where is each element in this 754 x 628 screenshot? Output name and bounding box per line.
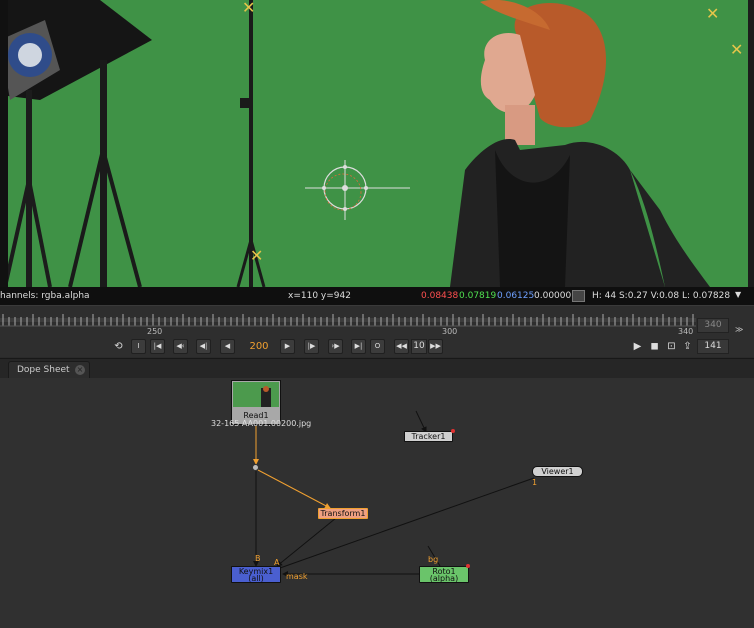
chevron-down-icon[interactable]: ≫ [735,325,743,334]
node-label: Transform1 [320,509,366,518]
global-frame-field[interactable]: 141 [697,339,729,354]
green-value: 0.07819 [459,291,497,301]
node-sublabel: (all) [248,574,264,583]
prev-increment-button[interactable]: ◀‹ [173,339,188,354]
node-edges [253,410,535,577]
tick-label: 340 [678,327,694,336]
prev-keyframe-button[interactable]: ◀| [196,339,211,354]
channels-readout: hannels: rgba.alpha [0,291,90,301]
last-frame-button[interactable]: ▶| [351,339,366,354]
playback-mode-icon[interactable]: ⟲ [113,341,124,352]
timeline[interactable]: 250 300 340 340 ≫ ⟲ I |◀ ◀‹ ◀| ◀ 200 ▶ |… [0,305,754,357]
rewind-button[interactable]: ◀◀ [394,339,409,354]
red-value: 0.08438 [421,291,459,301]
play-button[interactable]: ▶ [280,339,295,354]
color-swatch [572,290,585,302]
read-filename: 32-165 AA001.00200.jpg [211,419,312,428]
stop-icon[interactable]: ◼ [649,341,660,352]
input-label-bg: bg [428,555,439,564]
close-icon[interactable]: × [75,365,85,375]
node-flag-icon [451,429,455,433]
fast-forward-button[interactable]: ▶▶ [428,339,443,354]
viewer-scrollbar[interactable] [748,0,754,287]
viewer-input-label: 1 [532,478,538,487]
export-icon[interactable]: ⇪ [682,341,693,352]
next-keyframe-button[interactable]: |▶ [304,339,319,354]
tracking-marker: ✕ [242,0,256,17]
increment-field[interactable]: 10 [411,339,427,354]
mask-label: mask [286,572,308,581]
tick-label: 300 [442,327,458,336]
node-label: Viewer1 [541,467,574,476]
viewer-info-bar: hannels: rgba.alpha x=110 y=942 0.08438 … [0,287,754,305]
input-label-b: B [255,554,261,563]
dot-node[interactable] [252,464,259,471]
tracking-marker: ✕ [730,40,744,59]
next-increment-button[interactable]: ›▶ [328,339,343,354]
node-flag-icon [466,564,470,568]
blue-value: 0.06125 [497,291,535,301]
end-frame-field[interactable]: 340 [697,318,729,333]
tab-label: Dope Sheet [17,365,70,375]
node-graph[interactable]: Read1 32-165 AA001.00200.jpg Tracker1 Vi… [0,378,754,628]
lock-icon[interactable]: ⊡ [666,341,677,352]
viewer-canvas[interactable]: ✕ ✕ ✕ ✕ [0,0,748,287]
current-frame-field[interactable]: 200 [245,341,273,352]
play-icon[interactable]: ▶ [632,341,643,352]
actress-image [450,0,710,287]
tick-label: 250 [147,327,163,336]
node-keymix[interactable]: Keymix1 (all) [231,566,281,583]
prev-frame-button[interactable]: ◀ [220,339,235,354]
timeline-ruler[interactable] [0,312,696,334]
light-stand-image [236,0,266,287]
out-point-button[interactable]: O [370,339,385,354]
read-thumbnail [233,382,279,407]
transform-handle[interactable] [305,160,410,220]
alpha-value: 0.00000 [534,291,572,301]
first-frame-button[interactable]: |◀ [150,339,165,354]
node-tracker[interactable]: Tracker1 [404,431,453,442]
chevron-down-icon[interactable]: ▼ [735,290,741,299]
in-point-button[interactable]: I [131,339,146,354]
tab-dope-sheet[interactable]: Dope Sheet × [8,361,90,378]
tracking-marker: ✕ [706,4,720,23]
studio-light-image [0,0,152,287]
coords-readout: x=110 y=942 [288,291,351,301]
tracking-marker: ✕ [250,246,264,265]
panel-tab-bar: Dope Sheet × [0,358,754,378]
node-roto[interactable]: Roto1 (alpha) [419,566,469,583]
node-viewer[interactable]: Viewer1 [532,466,583,477]
node-label: Tracker1 [411,432,446,441]
hsvl-readout: H: 44 S:0.27 V:0.08 L: 0.07828 [592,291,731,301]
node-transform[interactable]: Transform1 [318,508,368,519]
node-sublabel: (alpha) [429,574,459,583]
